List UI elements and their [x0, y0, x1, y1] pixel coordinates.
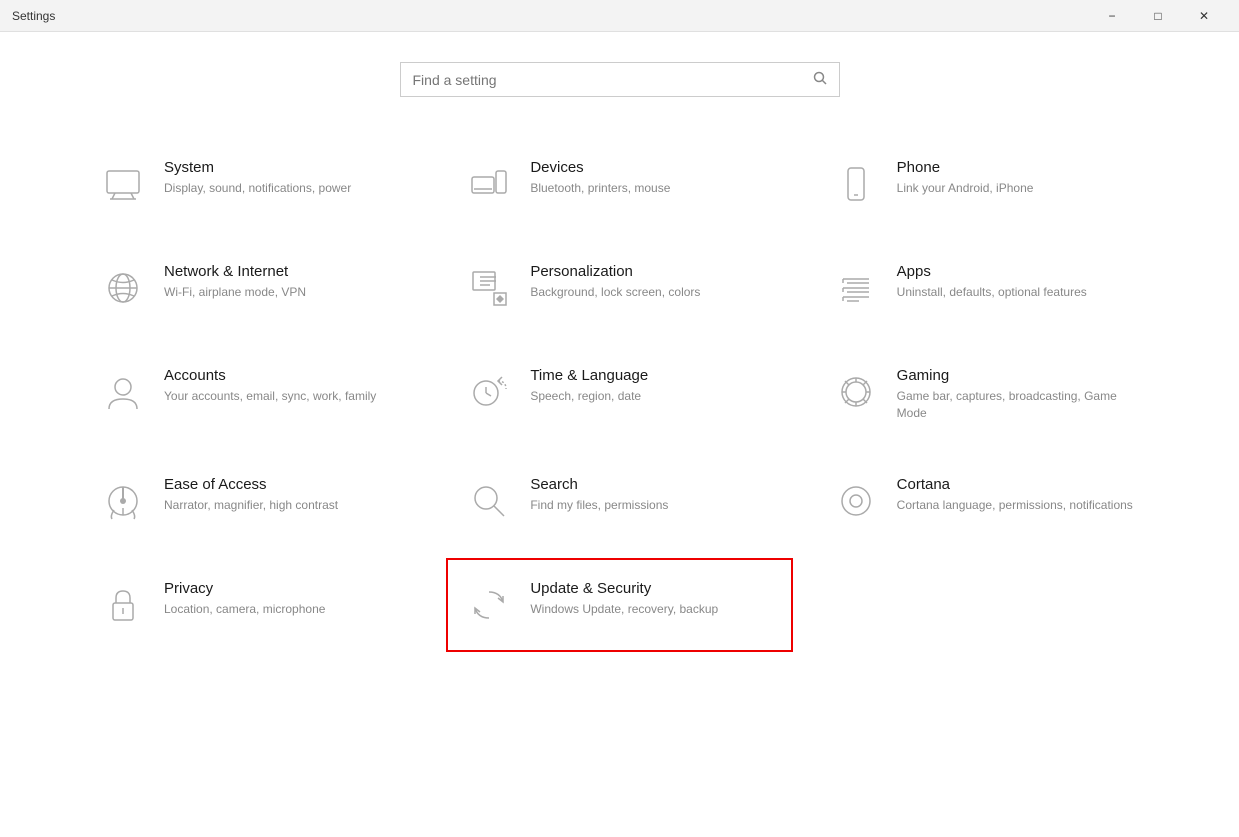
time-icon [464, 367, 514, 417]
setting-text-search: Search Find my files, permissions [530, 476, 774, 514]
setting-item-system[interactable]: System Display, sound, notifications, po… [80, 137, 426, 231]
setting-desc-ease: Narrator, magnifier, high contrast [164, 497, 408, 514]
close-button[interactable]: ✕ [1181, 0, 1227, 32]
setting-text-personalization: Personalization Background, lock screen,… [530, 263, 774, 301]
setting-text-system: System Display, sound, notifications, po… [164, 159, 408, 197]
setting-desc-update: Windows Update, recovery, backup [530, 601, 774, 618]
search-icon [464, 476, 514, 526]
ease-icon [98, 476, 148, 526]
search-icon [813, 71, 827, 88]
setting-title-search: Search [530, 476, 774, 493]
window-controls: − □ ✕ [1089, 0, 1227, 32]
setting-item-update[interactable]: Update & Security Windows Update, recove… [446, 558, 792, 652]
setting-text-accounts: Accounts Your accounts, email, sync, wor… [164, 367, 408, 405]
cortana-icon [831, 476, 881, 526]
setting-desc-search: Find my files, permissions [530, 497, 774, 514]
setting-item-personalization[interactable]: Personalization Background, lock screen,… [446, 241, 792, 335]
title-bar: Settings − □ ✕ [0, 0, 1239, 32]
main-content: System Display, sound, notifications, po… [0, 32, 1239, 837]
setting-desc-personalization: Background, lock screen, colors [530, 284, 774, 301]
setting-text-time: Time & Language Speech, region, date [530, 367, 774, 405]
setting-desc-privacy: Location, camera, microphone [164, 601, 408, 618]
setting-text-phone: Phone Link your Android, iPhone [897, 159, 1141, 197]
search-input[interactable] [413, 72, 813, 88]
setting-title-apps: Apps [897, 263, 1141, 280]
setting-title-update: Update & Security [530, 580, 774, 597]
app-title: Settings [12, 9, 55, 23]
setting-desc-time: Speech, region, date [530, 388, 774, 405]
setting-item-privacy[interactable]: Privacy Location, camera, microphone [80, 558, 426, 652]
gaming-icon [831, 367, 881, 417]
phone-icon [831, 159, 881, 209]
apps-icon [831, 263, 881, 313]
setting-text-gaming: Gaming Game bar, captures, broadcasting,… [897, 367, 1141, 422]
setting-title-accounts: Accounts [164, 367, 408, 384]
personalization-icon [464, 263, 514, 313]
setting-text-cortana: Cortana Cortana language, permissions, n… [897, 476, 1141, 514]
setting-title-system: System [164, 159, 408, 176]
setting-desc-devices: Bluetooth, printers, mouse [530, 180, 774, 197]
search-container [80, 62, 1159, 97]
setting-text-ease: Ease of Access Narrator, magnifier, high… [164, 476, 408, 514]
update-icon [464, 580, 514, 630]
maximize-button[interactable]: □ [1135, 0, 1181, 32]
setting-item-devices[interactable]: Devices Bluetooth, printers, mouse [446, 137, 792, 231]
setting-desc-accounts: Your accounts, email, sync, work, family [164, 388, 408, 405]
setting-title-network: Network & Internet [164, 263, 408, 280]
setting-item-time[interactable]: Time & Language Speech, region, date [446, 345, 792, 444]
accounts-icon [98, 367, 148, 417]
setting-title-gaming: Gaming [897, 367, 1141, 384]
setting-title-time: Time & Language [530, 367, 774, 384]
setting-desc-gaming: Game bar, captures, broadcasting, Game M… [897, 388, 1141, 422]
setting-title-ease: Ease of Access [164, 476, 408, 493]
setting-title-devices: Devices [530, 159, 774, 176]
minimize-button[interactable]: − [1089, 0, 1135, 32]
setting-item-ease[interactable]: Ease of Access Narrator, magnifier, high… [80, 454, 426, 548]
setting-title-personalization: Personalization [530, 263, 774, 280]
setting-desc-apps: Uninstall, defaults, optional features [897, 284, 1141, 301]
devices-icon [464, 159, 514, 209]
setting-title-phone: Phone [897, 159, 1141, 176]
setting-item-cortana[interactable]: Cortana Cortana language, permissions, n… [813, 454, 1159, 548]
settings-grid: System Display, sound, notifications, po… [80, 137, 1159, 652]
setting-item-search[interactable]: Search Find my files, permissions [446, 454, 792, 548]
setting-desc-phone: Link your Android, iPhone [897, 180, 1141, 197]
setting-text-devices: Devices Bluetooth, printers, mouse [530, 159, 774, 197]
setting-item-apps[interactable]: Apps Uninstall, defaults, optional featu… [813, 241, 1159, 335]
system-icon [98, 159, 148, 209]
setting-item-gaming[interactable]: Gaming Game bar, captures, broadcasting,… [813, 345, 1159, 444]
search-box [400, 62, 840, 97]
setting-text-network: Network & Internet Wi-Fi, airplane mode,… [164, 263, 408, 301]
setting-desc-network: Wi-Fi, airplane mode, VPN [164, 284, 408, 301]
setting-text-apps: Apps Uninstall, defaults, optional featu… [897, 263, 1141, 301]
network-icon [98, 263, 148, 313]
setting-item-network[interactable]: Network & Internet Wi-Fi, airplane mode,… [80, 241, 426, 335]
setting-text-privacy: Privacy Location, camera, microphone [164, 580, 408, 618]
setting-text-update: Update & Security Windows Update, recove… [530, 580, 774, 618]
setting-item-phone[interactable]: Phone Link your Android, iPhone [813, 137, 1159, 231]
setting-desc-cortana: Cortana language, permissions, notificat… [897, 497, 1141, 514]
setting-item-accounts[interactable]: Accounts Your accounts, email, sync, wor… [80, 345, 426, 444]
setting-title-cortana: Cortana [897, 476, 1141, 493]
setting-desc-system: Display, sound, notifications, power [164, 180, 408, 197]
privacy-icon [98, 580, 148, 630]
setting-title-privacy: Privacy [164, 580, 408, 597]
